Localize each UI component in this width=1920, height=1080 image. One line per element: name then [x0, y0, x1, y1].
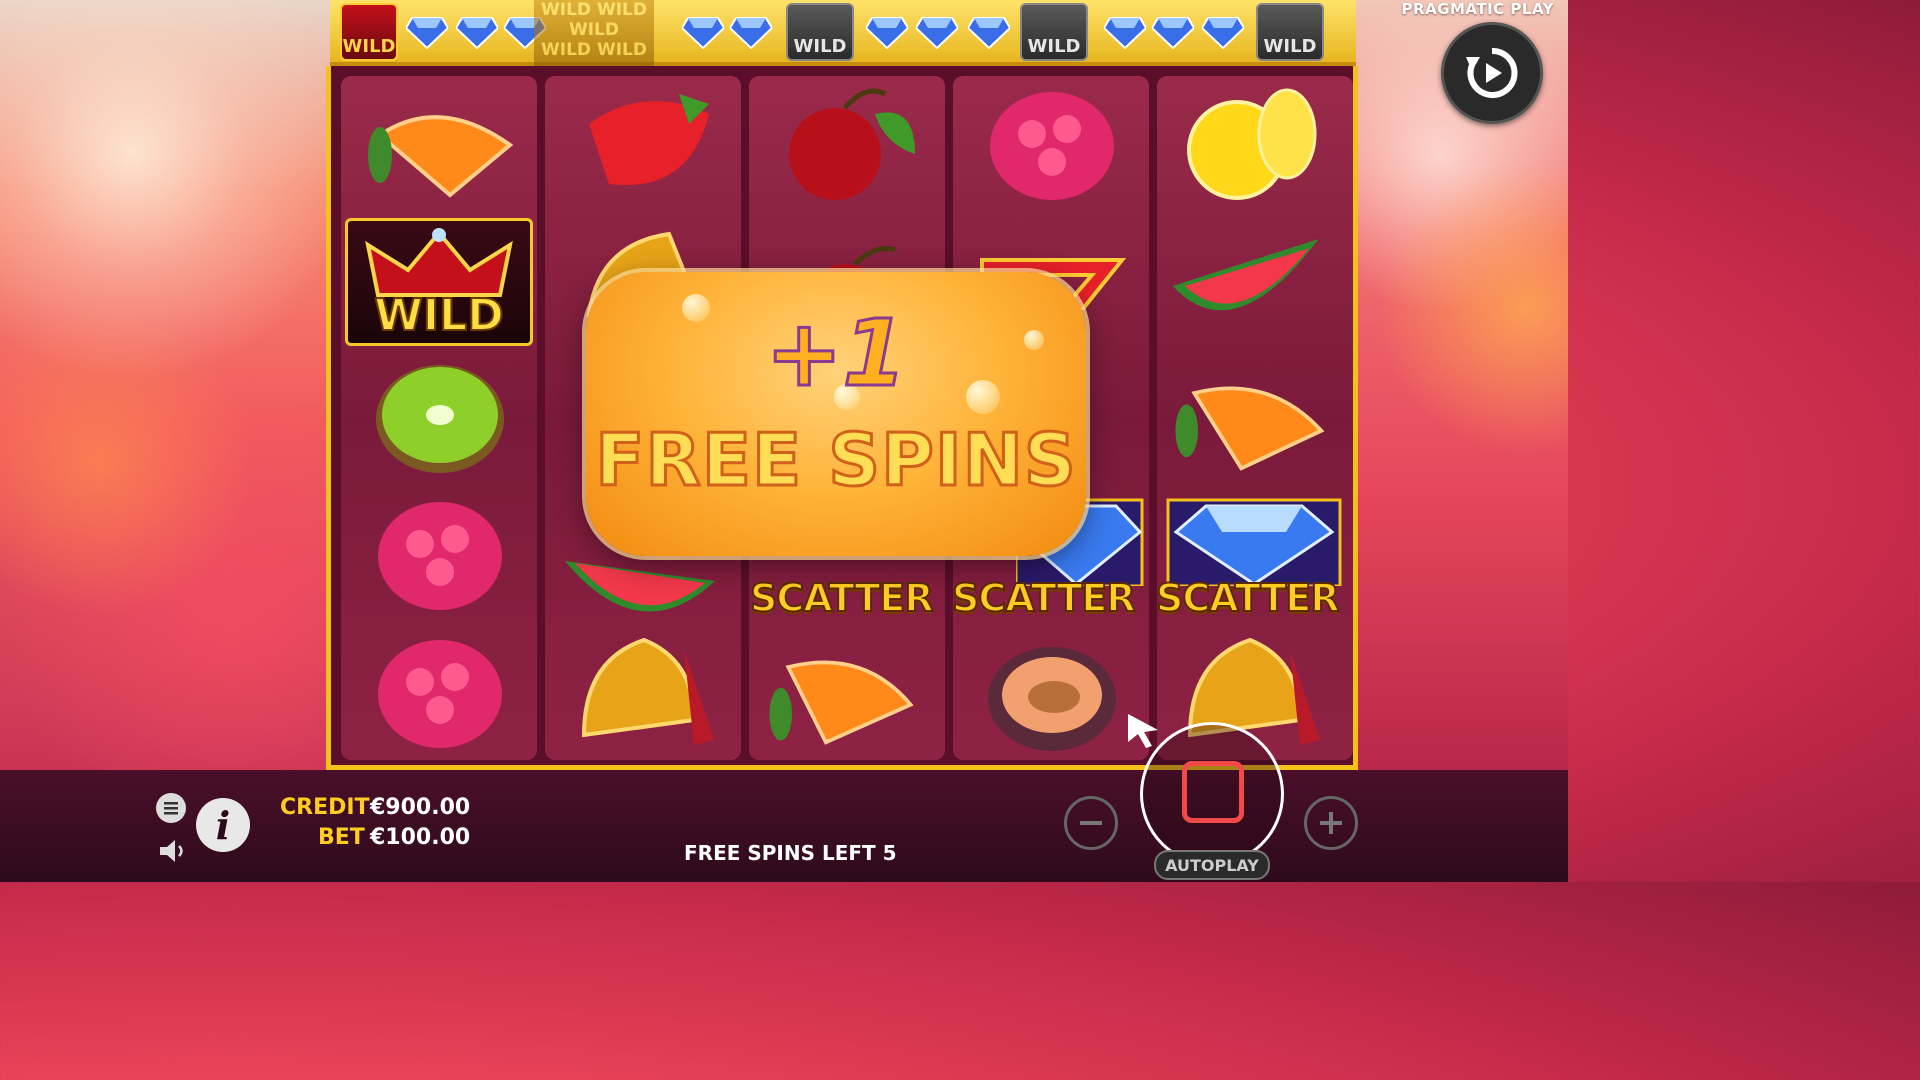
top-gem: [456, 4, 498, 60]
diamond-icon: [456, 17, 498, 50]
bet-value: €100.00: [370, 825, 471, 850]
symbol-orange: [360, 90, 520, 210]
popup-free-spins-text: FREE SPINS: [594, 417, 1078, 504]
symbol-cherry: [770, 84, 930, 204]
scatter-label: SCATTER: [1155, 575, 1341, 621]
symbol-strawberry: [564, 84, 724, 204]
popup-plus-value: +1: [764, 299, 908, 409]
diamond-icon: [682, 17, 724, 50]
kiwi-icon: [376, 364, 504, 473]
top-gem: [406, 4, 448, 60]
bell-icon: [581, 637, 714, 745]
strawberry-icon: [589, 94, 709, 186]
scatter-label: SCATTER: [951, 575, 1137, 621]
stop-icon: [1182, 761, 1244, 823]
minus-icon: [1080, 821, 1102, 825]
top-gem: [1104, 4, 1146, 60]
hamburger-icon: [164, 802, 178, 815]
cursor-icon: [1128, 714, 1158, 748]
diamond-icon: [406, 17, 448, 50]
diamond-icon: [1202, 17, 1244, 50]
top-wild-gray: WILD: [786, 3, 854, 61]
sound-icon[interactable]: [158, 838, 188, 864]
symbol-raspberry: [972, 84, 1132, 204]
cherry-icon: [789, 88, 915, 200]
diamond-icon: [730, 17, 772, 50]
raspberry-icon: [378, 640, 502, 748]
orange-icon: [1175, 386, 1325, 471]
symbol-bell: [564, 632, 724, 752]
plum-icon: [988, 646, 1116, 751]
orange-icon: [769, 660, 914, 745]
plus-icon: [1320, 812, 1342, 834]
top-multiplier-bar: WILD WILD WILD WILD: [330, 0, 1356, 66]
decrease-bet-button[interactable]: [1064, 796, 1118, 850]
diamond-icon: [968, 17, 1010, 50]
replay-icon: [1466, 47, 1518, 98]
background-right: [1356, 0, 1568, 770]
info-button[interactable]: i: [196, 798, 250, 852]
bet-label: BET: [318, 825, 365, 850]
wild-text: WILD: [373, 289, 504, 342]
top-wild-gray: WILD: [1256, 3, 1324, 61]
gray-wild-icon: WILD: [1020, 3, 1088, 61]
increase-bet-button[interactable]: [1304, 796, 1358, 850]
orange-icon: [368, 115, 514, 198]
symbol-plum: [972, 636, 1132, 756]
ghost-wild-text: WILD WILD: [541, 40, 647, 60]
top-gem: [916, 4, 958, 60]
top-gem: [682, 4, 724, 60]
autoplay-button[interactable]: AUTOPLAY: [1154, 850, 1270, 880]
symbol-lemon: [1172, 84, 1332, 204]
free-spins-left: FREE SPINS LEFT 5: [684, 841, 897, 865]
symbol-watermelon: [1168, 226, 1328, 346]
symbol-kiwi: [360, 358, 520, 478]
lemon-icon: [1187, 88, 1317, 200]
top-wild-gray: WILD: [1020, 3, 1088, 61]
symbol-orange: [760, 640, 920, 760]
gray-wild-icon: WILD: [786, 3, 854, 61]
replay-button[interactable]: [1441, 22, 1543, 124]
watermelon-icon: [1172, 238, 1319, 311]
top-gem: [730, 4, 772, 60]
background-left: [0, 0, 330, 770]
top-wild-crown: WILD: [340, 3, 398, 61]
menu-icon[interactable]: [156, 793, 186, 823]
diamond-icon: [1104, 17, 1146, 50]
crown-wild-icon: WILD: [340, 3, 398, 61]
symbol-orange: [1166, 366, 1326, 486]
credit-label: CREDIT: [280, 795, 370, 820]
diamond-icon: [1152, 17, 1194, 50]
top-gem: [968, 4, 1010, 60]
diamond-icon: [866, 17, 908, 50]
ghost-wild-text: WILD: [568, 20, 620, 40]
diamond-icon: [916, 17, 958, 50]
top-gem: [1202, 4, 1244, 60]
ghost-wild-text: WILD WILD: [541, 0, 647, 20]
credit-value: €900.00: [370, 795, 471, 820]
provider-logo: PRAGMATIC PLAY: [1401, 0, 1554, 18]
top-gem: [1152, 4, 1194, 60]
symbol-raspberry: [360, 632, 520, 752]
raspberry-icon: [378, 502, 502, 610]
top-gem: [866, 4, 908, 60]
gray-wild-icon: WILD: [1256, 3, 1324, 61]
scatter-label: SCATTER: [749, 575, 935, 621]
raspberry-icon: [990, 92, 1114, 200]
diamond-icon: [1166, 498, 1342, 586]
symbol-wild: WILD: [345, 218, 533, 346]
symbol-raspberry: [360, 494, 520, 614]
free-spins-popup: +1 FREE SPINS: [586, 272, 1086, 556]
